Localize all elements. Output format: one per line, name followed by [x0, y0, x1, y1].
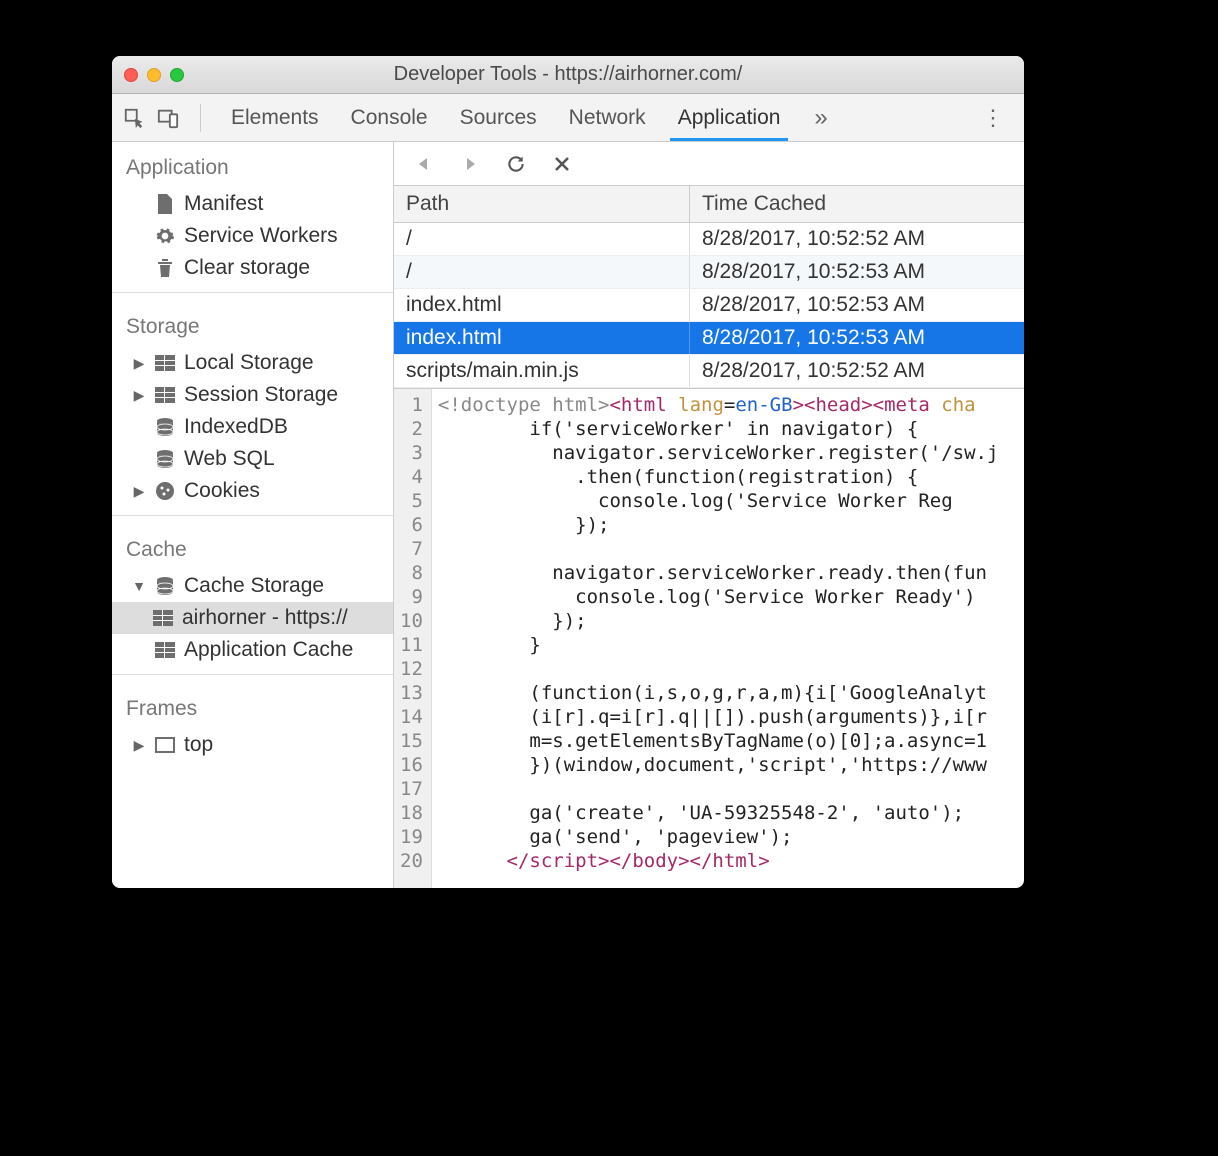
tab-application[interactable]: Application — [662, 96, 797, 140]
panel-tab-list: Elements Console Sources Network Applica… — [215, 96, 796, 140]
chevron-down-icon[interactable]: ▼ — [132, 578, 146, 594]
table-row[interactable]: index.html8/28/2017, 10:52:53 AM — [394, 289, 1024, 322]
table-row[interactable]: /8/28/2017, 10:52:53 AM — [394, 256, 1024, 289]
column-path[interactable]: Path — [394, 186, 690, 222]
section-storage: Storage — [112, 301, 393, 347]
refresh-icon[interactable] — [504, 152, 528, 176]
sidebar-item-label: Service Workers — [184, 224, 338, 248]
sidebar-item-label: Cache Storage — [184, 574, 324, 598]
cookie-icon — [154, 480, 176, 502]
table-row[interactable]: scripts/main.min.js8/28/2017, 10:52:52 A… — [394, 355, 1024, 388]
cell-path: scripts/main.min.js — [394, 355, 690, 387]
frame-icon — [154, 734, 176, 756]
separator — [112, 515, 393, 516]
titlebar: Developer Tools - https://airhorner.com/ — [112, 56, 1024, 94]
sidebar-item-cache-entry[interactable]: airhorner - https:// — [112, 602, 393, 634]
table-row[interactable]: /8/28/2017, 10:52:52 AM — [394, 223, 1024, 256]
grid-icon — [152, 607, 174, 629]
cell-time: 8/28/2017, 10:52:52 AM — [690, 223, 1024, 255]
nav-back-icon[interactable] — [412, 152, 436, 176]
table-row[interactable]: index.html8/28/2017, 10:52:53 AM — [394, 322, 1024, 355]
sidebar: Application Manifest Service Workers Cle… — [112, 142, 394, 888]
cell-path: index.html — [394, 289, 690, 321]
separator — [112, 292, 393, 293]
content-split: Application Manifest Service Workers Cle… — [112, 142, 1024, 888]
chevron-right-icon[interactable]: ▶ — [132, 737, 146, 754]
table-body: /8/28/2017, 10:52:52 AM/8/28/2017, 10:52… — [394, 223, 1024, 388]
section-cache: Cache — [112, 524, 393, 570]
sidebar-item-websql[interactable]: Web SQL — [112, 443, 393, 475]
cell-time: 8/28/2017, 10:52:52 AM — [690, 355, 1024, 387]
cache-table: Path Time Cached /8/28/2017, 10:52:52 AM… — [394, 186, 1024, 389]
cell-path: index.html — [394, 322, 690, 354]
sidebar-item-cache-storage[interactable]: ▼ Cache Storage — [112, 570, 393, 602]
cell-path: / — [394, 223, 690, 255]
sidebar-item-top-frame[interactable]: ▶ top — [112, 729, 393, 761]
column-time-cached[interactable]: Time Cached — [690, 186, 1024, 222]
sidebar-item-label: Clear storage — [184, 256, 310, 280]
zoom-button[interactable] — [170, 68, 184, 82]
sidebar-item-session-storage[interactable]: ▶ Session Storage — [112, 379, 393, 411]
code-content[interactable]: <!doctype html><html lang=en-GB><head><m… — [432, 389, 1024, 888]
sidebar-item-manifest[interactable]: Manifest — [112, 188, 393, 220]
chevron-right-icon[interactable]: ▶ — [132, 387, 146, 404]
sidebar-item-label: airhorner - https:// — [182, 606, 348, 630]
delete-icon[interactable] — [550, 152, 574, 176]
nav-forward-icon[interactable] — [458, 152, 482, 176]
cell-time: 8/28/2017, 10:52:53 AM — [690, 256, 1024, 288]
line-gutter: 1234567891011121314151617181920 — [394, 389, 432, 888]
close-button[interactable] — [124, 68, 138, 82]
traffic-lights — [124, 68, 184, 82]
device-toggle-icon[interactable] — [156, 106, 180, 130]
window-title: Developer Tools - https://airhorner.com/ — [112, 63, 1024, 86]
sidebar-item-service-workers[interactable]: Service Workers — [112, 220, 393, 252]
db-icon — [154, 575, 176, 597]
source-viewer: 1234567891011121314151617181920 <!doctyp… — [394, 389, 1024, 888]
sidebar-item-label: Manifest — [184, 192, 263, 216]
main-pane: Path Time Cached /8/28/2017, 10:52:52 AM… — [394, 142, 1024, 888]
tab-sources[interactable]: Sources — [444, 96, 553, 140]
sidebar-item-label: Web SQL — [184, 447, 275, 471]
section-application: Application — [112, 142, 393, 188]
trash-icon — [154, 257, 176, 279]
cell-time: 8/28/2017, 10:52:53 AM — [690, 322, 1024, 354]
inspect-controls — [122, 106, 180, 130]
cell-time: 8/28/2017, 10:52:53 AM — [690, 289, 1024, 321]
sidebar-item-local-storage[interactable]: ▶ Local Storage — [112, 347, 393, 379]
sidebar-item-label: Cookies — [184, 479, 260, 503]
sidebar-item-label: top — [184, 733, 213, 757]
file-icon — [154, 193, 176, 215]
sidebar-item-cookies[interactable]: ▶ Cookies — [112, 475, 393, 507]
grid-icon — [154, 639, 176, 661]
chevron-right-icon[interactable]: ▶ — [132, 483, 146, 500]
separator — [200, 104, 201, 132]
grid-icon — [154, 352, 176, 374]
settings-menu-icon[interactable]: ⋮ — [972, 105, 1014, 131]
sidebar-item-application-cache[interactable]: Application Cache — [112, 634, 393, 666]
inspect-element-icon[interactable] — [122, 106, 146, 130]
devtools-window: Developer Tools - https://airhorner.com/… — [112, 56, 1024, 888]
table-header: Path Time Cached — [394, 186, 1024, 223]
overflow-tabs-icon[interactable]: » — [804, 104, 837, 132]
sidebar-item-clear-storage[interactable]: Clear storage — [112, 252, 393, 284]
sidebar-item-label: IndexedDB — [184, 415, 288, 439]
minimize-button[interactable] — [147, 68, 161, 82]
sidebar-item-indexeddb[interactable]: IndexedDB — [112, 411, 393, 443]
separator — [112, 674, 393, 675]
chevron-right-icon[interactable]: ▶ — [132, 355, 146, 372]
section-frames: Frames — [112, 683, 393, 729]
sidebar-item-label: Session Storage — [184, 383, 338, 407]
sidebar-item-label: Application Cache — [184, 638, 353, 662]
panel-tabs: Elements Console Sources Network Applica… — [112, 94, 1024, 142]
db-icon — [154, 448, 176, 470]
cache-toolbar — [394, 142, 1024, 186]
sidebar-item-label: Local Storage — [184, 351, 314, 375]
gear-icon — [154, 225, 176, 247]
tab-network[interactable]: Network — [553, 96, 662, 140]
grid-icon — [154, 384, 176, 406]
cell-path: / — [394, 256, 690, 288]
db-icon — [154, 416, 176, 438]
tab-elements[interactable]: Elements — [215, 96, 335, 140]
tab-console[interactable]: Console — [335, 96, 444, 140]
